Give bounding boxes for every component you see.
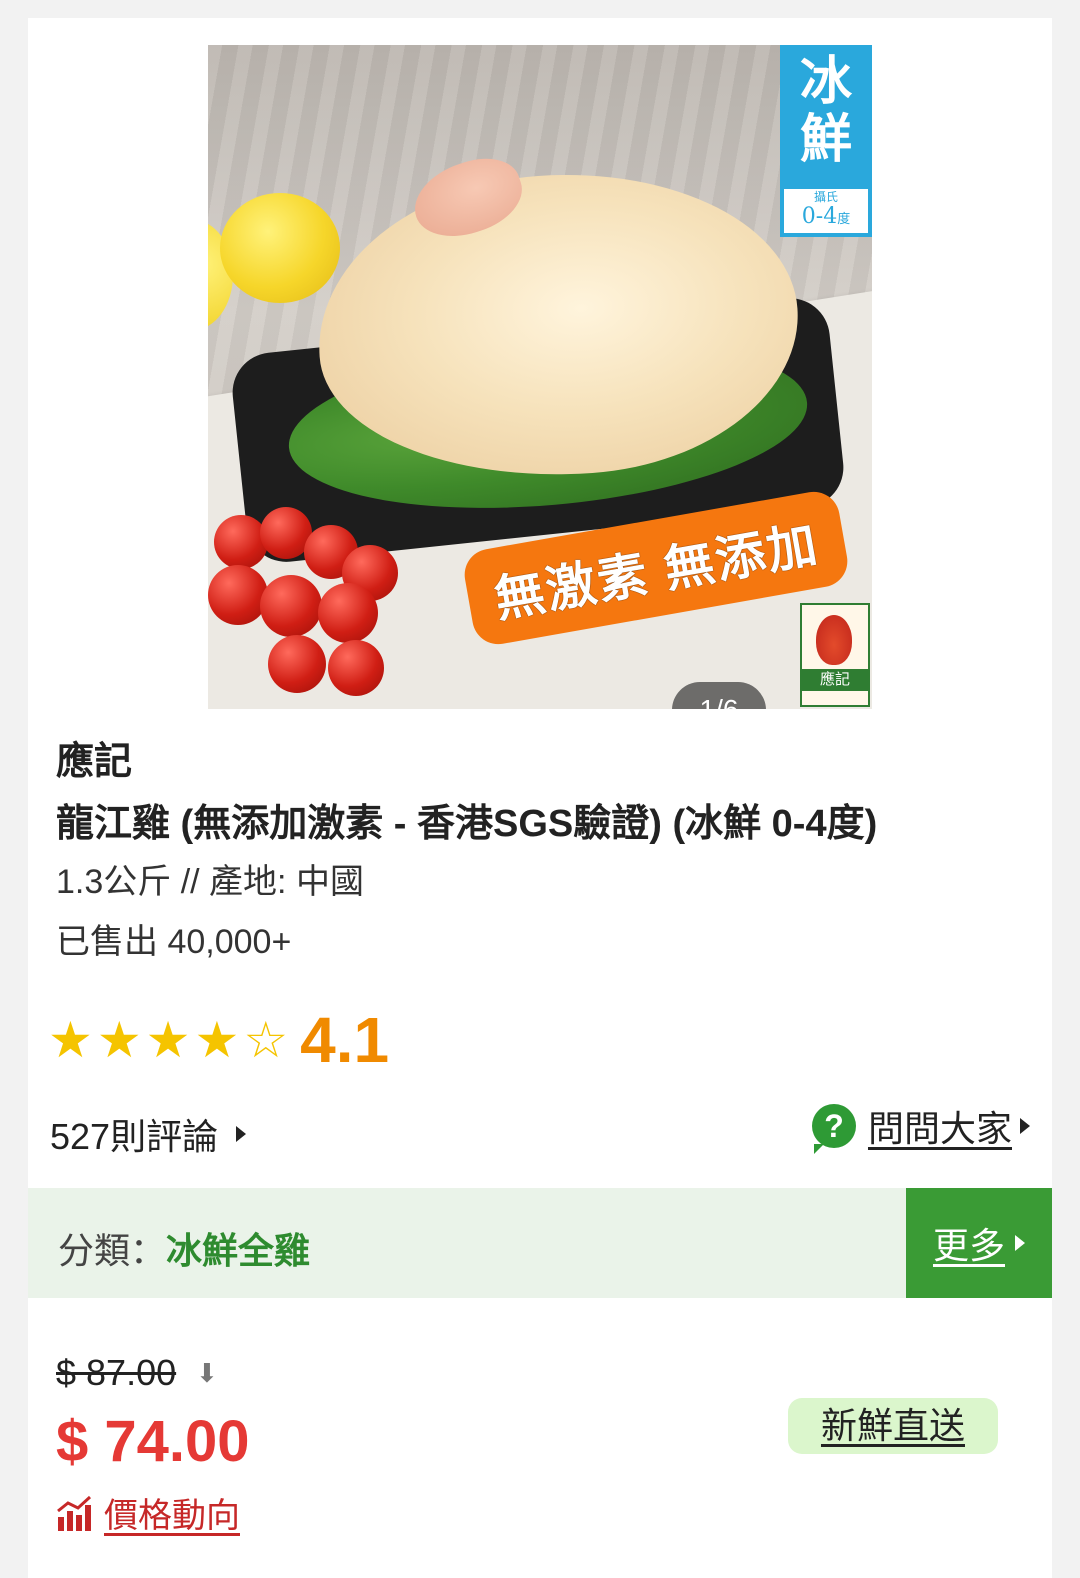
product-title: 龍江雞 (無添加激素 - 香港SGS驗證) (冰鮮 0-4度) bbox=[56, 803, 878, 845]
image-counter: 1/6 bbox=[672, 682, 766, 709]
caret-right-icon bbox=[1015, 1235, 1025, 1251]
star-full-icon: ★ bbox=[194, 1012, 240, 1068]
temperature-range: 0-4度 bbox=[801, 204, 851, 229]
price-trend-link[interactable]: 價格動向 bbox=[56, 1488, 240, 1537]
product-spec: 1.3公斤 // 產地: 中國 bbox=[56, 863, 364, 901]
chilled-badge: 冰鮮 攝氏 0-4度 bbox=[780, 45, 872, 237]
temperature-box: 攝氏 0-4度 bbox=[784, 189, 868, 233]
tomato-image bbox=[318, 583, 378, 643]
category-value[interactable]: 冰鮮全雞 bbox=[166, 1230, 310, 1271]
tomato-image bbox=[328, 640, 384, 696]
rating-score: 4.1 bbox=[300, 1004, 390, 1076]
ask-everyone-link[interactable]: ? 問問大家 bbox=[811, 1100, 1030, 1154]
star-empty-icon: ☆ bbox=[243, 1012, 289, 1068]
reviews-label: 527則評論 bbox=[50, 1116, 219, 1157]
price-trend-label: 價格動向 bbox=[104, 1497, 240, 1535]
price-down-icon: ⬇ bbox=[196, 1358, 218, 1388]
chart-trend-icon bbox=[57, 1495, 92, 1531]
category-label: 分類： bbox=[58, 1230, 167, 1271]
brand-logo-name: 應記 bbox=[802, 669, 868, 691]
caret-right-icon bbox=[1020, 1118, 1030, 1134]
sold-count: 已售出 40,000+ bbox=[56, 923, 292, 961]
category-bar: 分類：冰鮮全雞 更多 bbox=[28, 1188, 1052, 1298]
tomato-image bbox=[260, 575, 322, 637]
product-brand[interactable]: 應記 bbox=[56, 730, 132, 785]
tomato-image bbox=[208, 565, 268, 625]
rating-row[interactable]: ★ ★ ★ ★ ☆ 4.1 bbox=[48, 1008, 389, 1072]
fresh-delivery-badge[interactable]: 新鮮直送 bbox=[788, 1398, 998, 1454]
brand-logo: 應記 bbox=[800, 603, 870, 707]
ask-everyone-label: 問問大家 bbox=[867, 1108, 1012, 1149]
star-full-icon: ★ bbox=[145, 1012, 191, 1068]
more-label: 更多 bbox=[932, 1225, 1005, 1266]
chilled-badge-title: 冰鮮 bbox=[799, 51, 852, 170]
tomato-image bbox=[268, 635, 326, 693]
product-card: 冰鮮 攝氏 0-4度 無激素 無添加 應記 1/6 應記 龍江雞 (無添加激素 … bbox=[28, 18, 1052, 1578]
star-full-icon: ★ bbox=[48, 1012, 93, 1068]
current-price: $ 74.00 bbox=[56, 1409, 250, 1474]
caret-right-icon bbox=[236, 1126, 247, 1142]
temperature-unit-label: 攝氏 bbox=[813, 190, 838, 204]
fresh-delivery-label: 新鮮直送 bbox=[820, 1405, 965, 1446]
reviews-link[interactable]: 527則評論 bbox=[50, 1108, 247, 1160]
product-image[interactable]: 冰鮮 攝氏 0-4度 無激素 無添加 應記 1/6 bbox=[208, 45, 872, 709]
question-bubble-icon: ? bbox=[811, 1104, 856, 1154]
category-more-button[interactable]: 更多 bbox=[906, 1188, 1052, 1298]
original-price: $ 87.00 bbox=[56, 1352, 177, 1393]
tomato-image bbox=[214, 515, 268, 569]
star-full-icon: ★ bbox=[96, 1012, 142, 1068]
category-info: 分類：冰鮮全雞 bbox=[58, 1222, 310, 1274]
phoenix-logo-icon bbox=[816, 615, 852, 665]
lemon-image bbox=[220, 193, 340, 303]
